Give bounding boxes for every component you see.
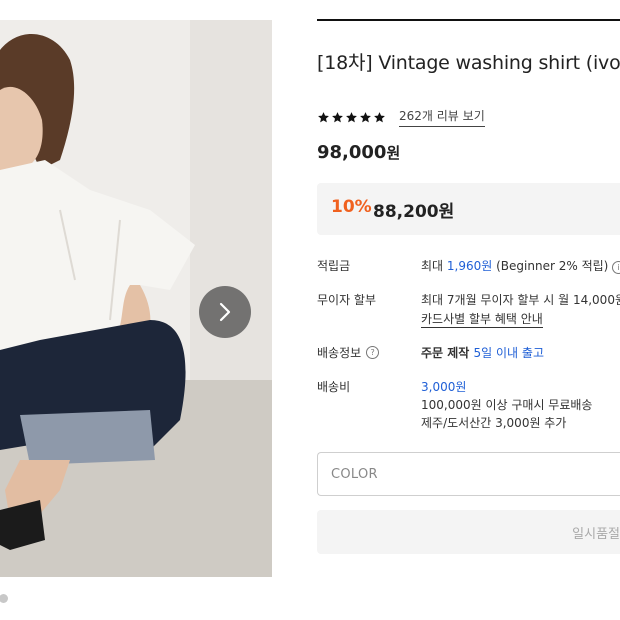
rating-row: 262개 리뷰 보기 bbox=[317, 107, 485, 127]
installment-label: 무이자 할부 bbox=[317, 291, 376, 308]
price-unit: 원 bbox=[386, 144, 401, 162]
points-note: (Beginner 2% 적립) bbox=[492, 259, 609, 273]
installment-benefit-link[interactable]: 카드사별 할부 혜택 안내 bbox=[421, 310, 543, 328]
shipping-info-label-text: 배송정보 bbox=[317, 346, 362, 360]
divider bbox=[317, 19, 620, 21]
shipping-fee-free-note: 100,000원 이상 구매시 무료배송 bbox=[421, 398, 593, 412]
shipping-info-label: 배송정보? bbox=[317, 344, 380, 361]
original-price: 98,000원 bbox=[317, 142, 400, 163]
color-select[interactable]: COLOR bbox=[317, 452, 620, 496]
shipping-prefix: 주문 제작 bbox=[421, 346, 474, 360]
shipping-eta: 5일 이내 출고 bbox=[473, 346, 544, 360]
discount-percent: 10% bbox=[331, 197, 372, 217]
shipping-fee-amount: 3,000원 bbox=[421, 380, 467, 394]
product-title: [18차] Vintage washing shirt (ivor bbox=[317, 52, 620, 74]
points-amount: 1,960원 bbox=[446, 259, 493, 273]
points-label-text: 적립금 bbox=[317, 259, 351, 273]
sold-out-label: 일시품절 bbox=[572, 527, 620, 542]
info-icon[interactable]: i bbox=[612, 261, 620, 274]
shipping-info-value: 주문 제작 5일 이내 출고 bbox=[421, 344, 544, 361]
sale-price-box: 10% 88,200원 bbox=[317, 183, 620, 235]
carousel-dot[interactable] bbox=[0, 594, 8, 603]
sold-out-button[interactable]: 일시품절 bbox=[317, 510, 620, 554]
installment-line1: 최대 7개월 무이자 할부 시 월 14,000원 bbox=[421, 293, 620, 307]
installment-link-text[interactable]: 카드사별 할부 혜택 안내 bbox=[421, 312, 543, 328]
reviews-link[interactable]: 262개 리뷰 보기 bbox=[399, 107, 485, 127]
shipping-fee-label-text: 배송비 bbox=[317, 380, 351, 394]
points-prefix: 최대 bbox=[421, 259, 447, 273]
sale-price: 88,200원 bbox=[373, 202, 455, 222]
next-image-button[interactable] bbox=[199, 286, 251, 338]
star-icon bbox=[360, 111, 371, 122]
points-label: 적립금 bbox=[317, 257, 350, 274]
color-select-placeholder: COLOR bbox=[331, 467, 378, 482]
star-icon bbox=[374, 111, 385, 122]
shipping-fee-label: 배송비 bbox=[317, 378, 350, 395]
points-value: 최대 1,960원 (Beginner 2% 적립) i bbox=[421, 257, 620, 274]
price-value: 98,000 bbox=[317, 142, 387, 163]
star-icon bbox=[332, 111, 343, 122]
installment-label-text: 무이자 할부 bbox=[317, 293, 377, 307]
shipping-fee-extra-note: 제주/도서산간 3,000원 추가 bbox=[421, 416, 567, 430]
help-icon[interactable]: ? bbox=[366, 346, 380, 359]
star-icon bbox=[318, 111, 329, 122]
rating-stars bbox=[317, 111, 386, 124]
star-icon bbox=[346, 111, 357, 122]
chevron-right-icon bbox=[219, 302, 231, 322]
